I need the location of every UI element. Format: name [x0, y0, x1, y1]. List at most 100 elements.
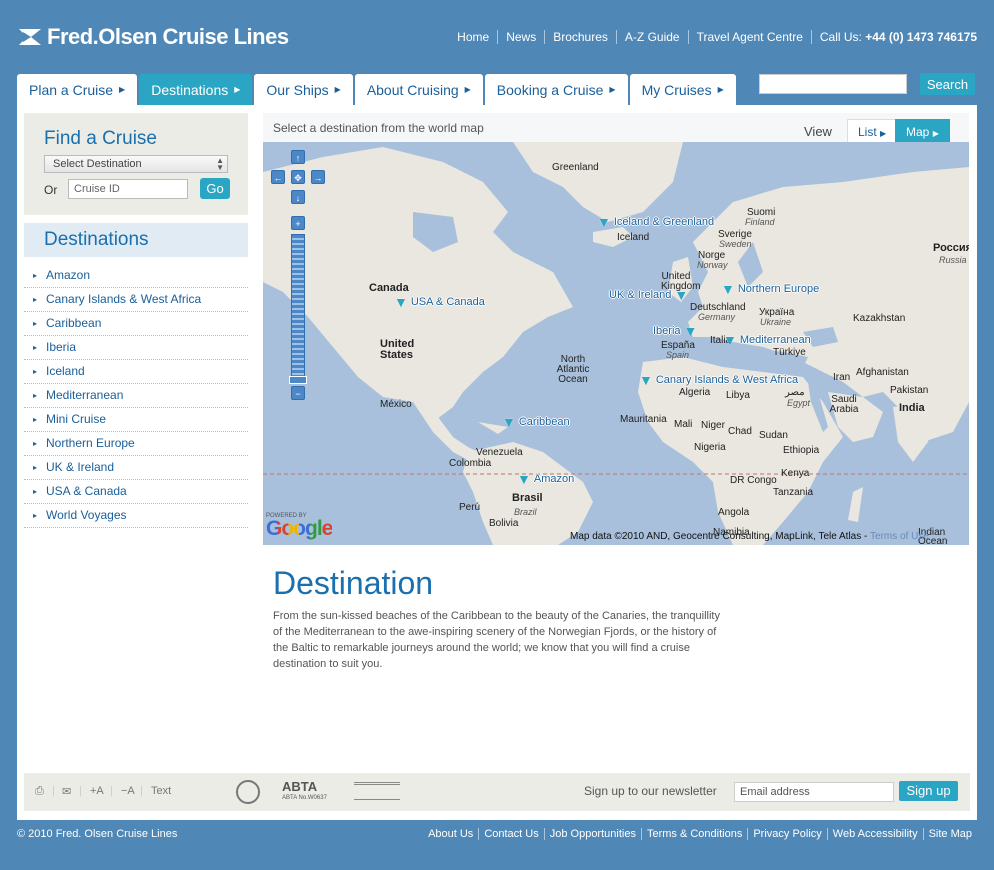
- marker-pin-icon: ▼: [723, 332, 737, 348]
- marker-label: Caribbean: [518, 416, 570, 428]
- map-caption: Select a destination from the world map: [273, 121, 484, 135]
- map-marker-uk-ireland[interactable]: ▼ UK & Ireland: [609, 287, 688, 303]
- map-label-finland: Finland: [745, 217, 775, 227]
- marker-pin-icon: ▼: [639, 372, 653, 388]
- map-label-ukraine: Ukraine: [760, 317, 792, 327]
- world-map[interactable]: ↑ ← ✥ → ↓ + − Greenland Iceland Canada U…: [263, 142, 969, 545]
- chevron-right-icon: ▶: [717, 85, 724, 94]
- destination-select-value: Select Destination: [53, 158, 142, 170]
- zoom-slider[interactable]: [291, 234, 305, 378]
- chevron-right-icon: ▶: [880, 129, 887, 138]
- map-marker-amazon[interactable]: ▼ Amazon: [517, 471, 574, 487]
- tab-about-cruising[interactable]: About Cruising ▶: [354, 74, 483, 105]
- newsletter-email-input[interactable]: Email address: [734, 782, 894, 802]
- page-title: Destination: [273, 565, 434, 601]
- destination-northern-europe[interactable]: Northern Europe: [24, 432, 248, 456]
- google-logo-text: Google: [266, 517, 333, 540]
- destinations-list: Amazon Canary Islands & West Africa Cari…: [24, 264, 248, 528]
- go-button[interactable]: Go: [200, 178, 230, 199]
- footer-link-job-opportunities[interactable]: Job Opportunities: [543, 828, 641, 840]
- footer-link-contact-us[interactable]: Contact Us: [478, 828, 543, 840]
- text-only-button[interactable]: Text: [151, 785, 171, 797]
- tab-my-cruises[interactable]: My Cruises ▶: [629, 74, 736, 105]
- tab-label: About Cruising: [366, 81, 459, 98]
- marker-pin-icon: ▼: [502, 414, 516, 430]
- destination-uk-ireland[interactable]: UK & Ireland: [24, 456, 248, 480]
- destination-select[interactable]: Select Destination ▲ ▼: [44, 155, 228, 173]
- topnav-news[interactable]: News: [497, 30, 544, 44]
- print-icon[interactable]: ⎙: [35, 785, 44, 798]
- cruise-id-input[interactable]: Cruise ID: [68, 179, 188, 199]
- map-view-button[interactable]: Map ▶: [895, 119, 950, 143]
- newsletter-signup-button[interactable]: Sign up: [899, 781, 958, 801]
- marker-label: USA & Canada: [410, 296, 485, 308]
- pan-down-button[interactable]: ↓: [291, 190, 305, 204]
- pan-left-button[interactable]: ←: [271, 170, 285, 184]
- map-marker-canary-islands[interactable]: ▼ Canary Islands & West Africa: [639, 372, 798, 388]
- map-label-tanzania: Tanzania: [773, 487, 814, 498]
- zoom-out-button[interactable]: −: [291, 386, 305, 400]
- tab-destinations[interactable]: Destinations ▶: [139, 74, 253, 105]
- zoom-slider-handle[interactable]: [289, 376, 307, 384]
- map-label-mauritania: Mauritania: [620, 414, 667, 425]
- or-label: Or: [44, 183, 58, 197]
- map-attribution-text: Map data ©2010 AND, Geocentre Consulting…: [570, 531, 868, 542]
- map-marker-iberia[interactable]: ▼ Iberia: [653, 323, 697, 339]
- destination-iceland[interactable]: Iceland: [24, 360, 248, 384]
- destination-mini-cruise[interactable]: Mini Cruise: [24, 408, 248, 432]
- topnav-az-guide[interactable]: A-Z Guide: [615, 30, 688, 44]
- destination-caribbean[interactable]: Caribbean: [24, 312, 248, 336]
- map-marker-mediterranean[interactable]: ▼ Mediterranean: [723, 332, 811, 348]
- pan-center-button[interactable]: ✥: [291, 170, 305, 184]
- zoom-in-button[interactable]: +: [291, 216, 305, 230]
- map-label-algeria: Algeria: [679, 387, 711, 398]
- search-input[interactable]: [759, 74, 907, 94]
- footer-link-terms-conditions[interactable]: Terms & Conditions: [640, 828, 747, 840]
- destination-world-voyages[interactable]: World Voyages: [24, 504, 248, 528]
- pan-right-button[interactable]: →: [311, 170, 325, 184]
- destination-usa-canada[interactable]: USA & Canada: [24, 480, 248, 504]
- destination-amazon[interactable]: Amazon: [24, 264, 248, 288]
- destination-iberia[interactable]: Iberia: [24, 336, 248, 360]
- footer-link-web-accessibility[interactable]: Web Accessibility: [826, 828, 923, 840]
- chevron-right-icon: ▶: [234, 85, 241, 94]
- topnav-home[interactable]: Home: [449, 30, 497, 44]
- abta-logo: ABTA ABTA No.W0637: [282, 779, 327, 801]
- find-cruise-title: Find a Cruise: [44, 128, 157, 149]
- map-label-venezuela: Venezuela: [476, 447, 523, 458]
- map-label-nigeria: Nigeria: [694, 442, 726, 453]
- google-logo[interactable]: Google: [266, 517, 333, 541]
- email-icon[interactable]: ✉: [62, 785, 71, 798]
- topnav-travel-agent-centre[interactable]: Travel Agent Centre: [687, 30, 811, 44]
- search-button[interactable]: Search: [920, 73, 975, 95]
- map-label-dr-congo: DR Congo: [730, 475, 777, 486]
- marker-pin-icon: ▼: [394, 294, 408, 310]
- topnav-brochures[interactable]: Brochures: [544, 30, 616, 44]
- brand-logo[interactable]: Fred.Olsen Cruise Lines: [17, 24, 289, 50]
- pan-up-button[interactable]: ↑: [291, 150, 305, 164]
- tab-booking-a-cruise[interactable]: Booking a Cruise ▶: [484, 74, 628, 105]
- map-label-sweden: Sweden: [719, 239, 752, 249]
- decrease-font-button[interactable]: −A: [121, 785, 135, 797]
- footer-link-privacy-policy[interactable]: Privacy Policy: [747, 828, 826, 840]
- chevron-right-icon: ▶: [609, 85, 616, 94]
- tab-our-ships[interactable]: Our Ships ▶: [254, 74, 353, 105]
- association-seal-icon: [236, 780, 260, 804]
- destination-mediterranean[interactable]: Mediterranean: [24, 384, 248, 408]
- divider: |: [79, 785, 82, 797]
- increase-font-button[interactable]: +A: [90, 785, 104, 797]
- destination-canary-islands[interactable]: Canary Islands & West Africa: [24, 288, 248, 312]
- list-view-button[interactable]: List ▶: [847, 119, 898, 143]
- map-marker-iceland-greenland[interactable]: ▼ Iceland & Greenland: [597, 214, 714, 230]
- marker-label: Canary Islands & West Africa: [655, 374, 799, 386]
- map-label-turkiye: Türkiye: [773, 347, 806, 358]
- map-label-norway: Norway: [697, 260, 728, 270]
- map-marker-northern-europe[interactable]: ▼ Northern Europe: [721, 281, 819, 297]
- map-marker-caribbean[interactable]: ▼ Caribbean: [502, 414, 570, 430]
- tab-label: Booking a Cruise: [496, 81, 604, 98]
- footer-link-site-map[interactable]: Site Map: [922, 828, 977, 840]
- footer-link-about-us[interactable]: About Us: [423, 828, 478, 840]
- tab-plan-a-cruise[interactable]: Plan a Cruise ▶: [17, 74, 138, 105]
- map-marker-usa-canada[interactable]: ▼ USA & Canada: [394, 294, 485, 310]
- terms-of-use-link[interactable]: Terms of Use: [870, 531, 929, 542]
